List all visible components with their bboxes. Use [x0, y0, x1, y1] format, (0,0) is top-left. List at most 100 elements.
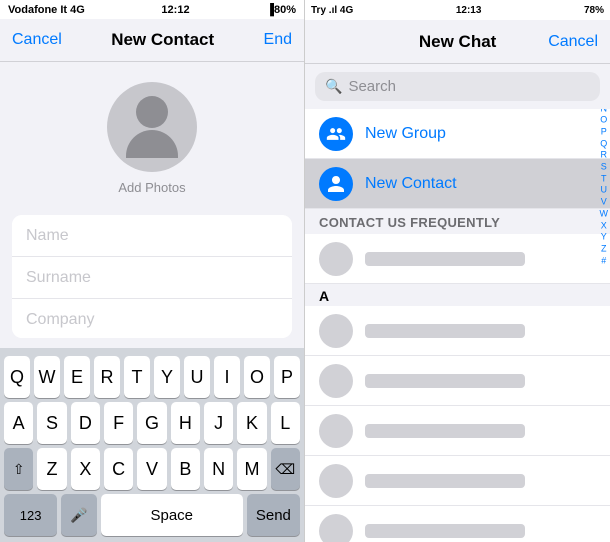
alphabet-bar[interactable]: A B C D E F G H I J K L M N O P Q R S T … [598, 109, 610, 326]
key-i[interactable]: I [214, 356, 240, 398]
space-key[interactable]: Space [101, 494, 243, 536]
key-q[interactable]: Q [4, 356, 30, 398]
avatar-section: Add Photos [0, 62, 304, 205]
new-group-label: New Group [365, 125, 446, 143]
contact-name-placeholder [365, 252, 525, 266]
avatar-head [136, 96, 168, 128]
key-j[interactable]: J [204, 402, 233, 444]
left-status-bar: Vodafone It 4G 12:12 ▐80% [0, 0, 304, 19]
key-l[interactable]: L [271, 402, 300, 444]
key-d[interactable]: D [71, 402, 100, 444]
right-status-bar: Try .ıl 4G 12:13 78% [305, 0, 610, 20]
contact-a-2[interactable] [305, 356, 610, 406]
right-panel: Try .ıl 4G 12:13 78% New Chat Cancel 🔍 N… [305, 0, 610, 542]
a-section-header: A [305, 284, 610, 306]
search-input[interactable] [348, 78, 590, 95]
alpha-w[interactable]: W [600, 208, 609, 220]
shift-key[interactable]: ⇧ [4, 448, 33, 490]
key-w[interactable]: W [34, 356, 60, 398]
company-input[interactable] [26, 311, 278, 329]
alpha-hash[interactable]: # [600, 255, 609, 267]
alpha-o[interactable]: O [600, 115, 609, 127]
key-r[interactable]: R [94, 356, 120, 398]
key-c[interactable]: C [104, 448, 133, 490]
group-svg-icon [326, 124, 346, 144]
left-battery: ▐80% [266, 4, 296, 16]
key-g[interactable]: G [137, 402, 166, 444]
name-field-row [12, 215, 292, 257]
search-bar: 🔍 [305, 64, 610, 109]
contact-form [12, 215, 292, 338]
add-photos-label[interactable]: Add Photos [118, 180, 185, 195]
contact-a-3[interactable] [305, 406, 610, 456]
contact-name-ph-a2 [365, 374, 525, 388]
cancel-button[interactable]: Cancel [12, 31, 62, 49]
key-u[interactable]: U [184, 356, 210, 398]
contact-a-1[interactable] [305, 306, 610, 356]
new-group-item[interactable]: New Group [305, 109, 610, 159]
alpha-p[interactable]: P [600, 127, 609, 139]
contact-name-ph-a1 [365, 324, 525, 338]
keyboard-row-2: A S D F G H J K L [0, 402, 304, 448]
key-m[interactable]: M [237, 448, 266, 490]
new-contact-item[interactable]: New Contact [305, 159, 610, 209]
alpha-x[interactable]: X [600, 220, 609, 232]
right-carrier: Try .ıl 4G [311, 5, 353, 16]
key-e[interactable]: E [64, 356, 90, 398]
key-a[interactable]: A [4, 402, 33, 444]
avatar-body [126, 130, 178, 158]
new-group-icon [319, 117, 353, 151]
key-b[interactable]: B [171, 448, 200, 490]
left-panel: Vodafone It 4G 12:12 ▐80% Cancel New Con… [0, 0, 305, 542]
keyboard-row-3: ⇧ Z X C V B N M ⌫ [0, 448, 304, 494]
contacts-list: New Group New Contact CONTACT US FREQUEN… [305, 109, 610, 542]
keyboard-row-4: 123 🎤 Space Send [0, 494, 304, 542]
send-key[interactable]: Send [247, 494, 300, 536]
contact-avatar-ph-a3 [319, 414, 353, 448]
key-o[interactable]: O [244, 356, 270, 398]
key-x[interactable]: X [71, 448, 100, 490]
delete-key[interactable]: ⌫ [271, 448, 300, 490]
key-y[interactable]: Y [154, 356, 180, 398]
key-v[interactable]: V [137, 448, 166, 490]
alpha-q[interactable]: Q [600, 138, 609, 150]
alpha-y[interactable]: Y [600, 232, 609, 244]
contact-a-4[interactable] [305, 456, 610, 506]
contact-name-ph-a4 [365, 474, 525, 488]
surname-field-row [12, 257, 292, 299]
key-k[interactable]: K [237, 402, 266, 444]
key-f[interactable]: F [104, 402, 133, 444]
key-t[interactable]: T [124, 356, 150, 398]
right-nav-title: New Chat [419, 32, 496, 52]
new-contact-icon [319, 167, 353, 201]
search-input-wrapper: 🔍 [315, 72, 600, 101]
frequent-contact-1[interactable] [305, 234, 610, 284]
contact-avatar-ph-a4 [319, 464, 353, 498]
frequently-section-header: CONTACT US FREQUENTLY [305, 209, 610, 234]
left-nav-title: New Contact [111, 30, 214, 50]
alpha-u[interactable]: U [600, 185, 609, 197]
keyboard-row-1: Q W E R T Y U I O P [0, 348, 304, 402]
contact-avatar-ph-a2 [319, 364, 353, 398]
key-s[interactable]: S [37, 402, 66, 444]
mic-key[interactable]: 🎤 [61, 494, 97, 536]
key-z[interactable]: Z [37, 448, 66, 490]
alpha-z[interactable]: Z [600, 243, 609, 255]
key-h[interactable]: H [171, 402, 200, 444]
avatar-circle[interactable] [107, 82, 197, 172]
alpha-s[interactable]: S [600, 162, 609, 174]
right-time: 12:13 [456, 5, 482, 16]
key-n[interactable]: N [204, 448, 233, 490]
key-p[interactable]: P [274, 356, 300, 398]
numbers-key[interactable]: 123 [4, 494, 57, 536]
name-input[interactable] [26, 227, 278, 245]
alpha-r[interactable]: R [600, 150, 609, 162]
right-cancel-button[interactable]: Cancel [548, 33, 598, 51]
surname-input[interactable] [26, 269, 278, 287]
alpha-v[interactable]: V [600, 197, 609, 209]
end-button[interactable]: End [264, 31, 292, 49]
search-icon: 🔍 [325, 78, 342, 95]
contact-a-5[interactable] [305, 506, 610, 542]
alpha-t[interactable]: T [600, 173, 609, 185]
left-nav-bar: Cancel New Contact End [0, 19, 304, 62]
